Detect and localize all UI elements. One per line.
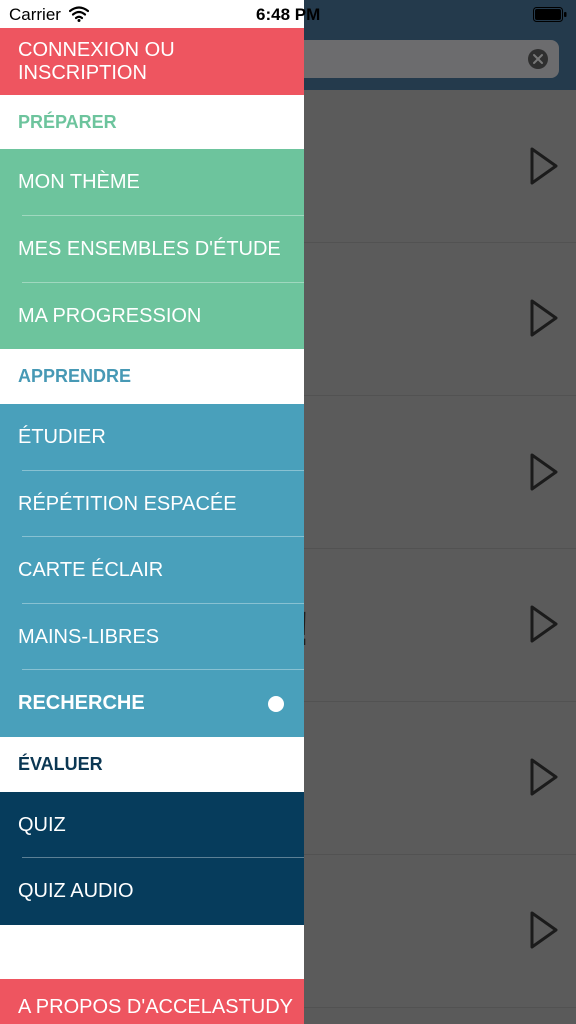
section-header-evaluate: ÉVALUER	[18, 754, 103, 774]
menu-item-my-theme[interactable]: MON THÈME	[0, 149, 304, 216]
menu-item-label: MAINS-LIBRES	[18, 625, 160, 648]
menu-item-label: RECHERCHE	[18, 692, 145, 714]
menu-item-study[interactable]: ÉTUDIER	[0, 404, 304, 471]
carrier-label: Carrier	[9, 5, 61, 24]
play-icon	[530, 453, 558, 491]
menu-item-audio-quiz[interactable]: QUIZ AUDIO	[0, 858, 304, 925]
menu-item-search[interactable]: RECHERCHE	[0, 670, 304, 737]
play-icon	[530, 299, 558, 337]
menu-item-label: CARTE ÉCLAIR	[18, 559, 164, 581]
menu-item-label: RÉPÉTITION ESPACÉE	[18, 492, 237, 515]
menu-item-label: MES ENSEMBLES D'ÉTUDE	[18, 238, 281, 260]
menu-item-label: MON THÈME	[18, 171, 140, 193]
battery-icon	[533, 7, 567, 22]
play-icon	[530, 605, 558, 643]
menu-item-label: QUIZ	[18, 813, 66, 836]
menu-item-my-study-sets[interactable]: MES ENSEMBLES D'ÉTUDE	[0, 216, 304, 283]
login-signup-label: CONNEXION OU INSCRIPTION	[18, 38, 175, 84]
clock: 6:48 PM	[256, 5, 321, 24]
login-signup-button[interactable]: CONNEXION OU INSCRIPTION	[0, 28, 304, 95]
menu-item-hands-free[interactable]: MAINS-LIBRES	[0, 604, 304, 670]
play-icon	[530, 911, 558, 949]
wifi-icon	[69, 6, 89, 22]
menu-item-my-progress[interactable]: MA PROGRESSION	[0, 283, 304, 349]
section-header-prepare: PRÉPARER	[18, 111, 117, 132]
play-icon	[530, 147, 558, 185]
menu-item-label: QUIZ AUDIO	[18, 880, 134, 902]
status-bar: Carrier 6:48 PM	[0, 0, 576, 28]
section-header-learn: APPRENDRE	[18, 366, 132, 386]
clear-search-icon	[528, 49, 548, 69]
menu-item-label: ÉTUDIER	[18, 426, 106, 448]
menu-item-quiz[interactable]: QUIZ	[0, 792, 304, 858]
selected-indicator-dot	[268, 695, 284, 712]
side-menu: CONNEXION OU INSCRIPTION PRÉPARER MON TH…	[0, 0, 304, 1024]
about-accelastudy-button[interactable]: A PROPOS D'ACCELASTUDY	[0, 979, 304, 1024]
menu-item-spaced-repetition[interactable]: RÉPÉTITION ESPACÉE	[0, 471, 304, 537]
menu-item-label: MA PROGRESSION	[18, 304, 202, 327]
play-icon	[530, 758, 558, 796]
about-label: A PROPOS D'ACCELASTUDY	[18, 996, 293, 1018]
menu-item-flashcard[interactable]: CARTE ÉCLAIR	[0, 537, 304, 604]
background-search-field	[290, 40, 559, 78]
